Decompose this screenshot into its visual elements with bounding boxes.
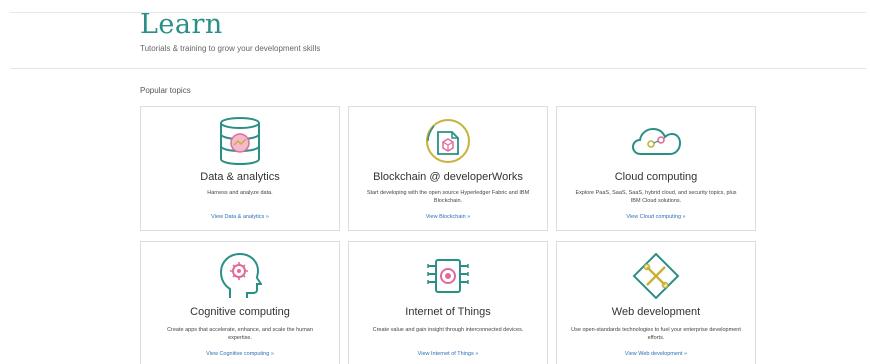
- card-title: Internet of Things: [405, 306, 491, 318]
- card-title: Data & analytics: [200, 171, 280, 183]
- card-title: Web development: [611, 306, 701, 318]
- topic-card-data-analytics[interactable]: Data & analytics Harness and analyze dat…: [140, 106, 340, 231]
- chip-icon: [349, 250, 547, 302]
- topic-card-cloud-computing[interactable]: Cloud computing Explore PaaS, SaaS, SaaS…: [556, 106, 756, 231]
- web-tools-icon: [557, 250, 755, 302]
- card-title: Cognitive computing: [190, 306, 290, 318]
- view-cognitive-computing-link[interactable]: View Cognitive computing »: [141, 350, 339, 358]
- card-description: Create value and gain insight through in…: [372, 327, 524, 333]
- database-icon: [141, 115, 339, 167]
- view-cloud-computing-link[interactable]: View Cloud computing »: [557, 213, 755, 221]
- card-description: Use open-standards technologies to fuel …: [571, 327, 741, 341]
- topic-card-cognitive-computing[interactable]: Cognitive computing Create apps that acc…: [140, 241, 340, 364]
- head-gear-icon: [141, 250, 339, 302]
- view-internet-of-things-link[interactable]: View Internet of Things »: [349, 350, 547, 358]
- topic-card-web-development[interactable]: Web development Use open-standards techn…: [556, 241, 756, 364]
- card-description: Explore PaaS, SaaS, SaaS, hybrid cloud, …: [575, 190, 737, 204]
- section-divider: [10, 68, 866, 69]
- page-subtitle: Tutorials & training to grow your develo…: [140, 44, 321, 53]
- view-data-analytics-link[interactable]: View Data & analytics »: [141, 213, 339, 221]
- page-title: Learn: [140, 9, 223, 40]
- popular-topics-label: Popular topics: [140, 86, 191, 95]
- card-description: Create apps that accelerate, enhance, an…: [167, 327, 313, 341]
- page-header: Learn Tutorials & training to grow your …: [140, 9, 740, 54]
- view-blockchain-link[interactable]: View Blockchain »: [349, 213, 547, 221]
- card-title: Cloud computing: [614, 171, 698, 183]
- topic-card-internet-of-things[interactable]: Internet of Things Create value and gain…: [348, 241, 548, 364]
- card-title: Blockchain @ developerWorks: [373, 171, 523, 183]
- card-description: Harness and analyze data.: [207, 190, 273, 196]
- blockchain-icon: [349, 115, 547, 167]
- view-web-development-link[interactable]: View Web development »: [557, 350, 755, 358]
- card-description: Start developing with the open source Hy…: [366, 190, 530, 204]
- topic-card-blockchain[interactable]: Blockchain @ developerWorks Start develo…: [348, 106, 548, 231]
- cloud-icon: [557, 115, 755, 167]
